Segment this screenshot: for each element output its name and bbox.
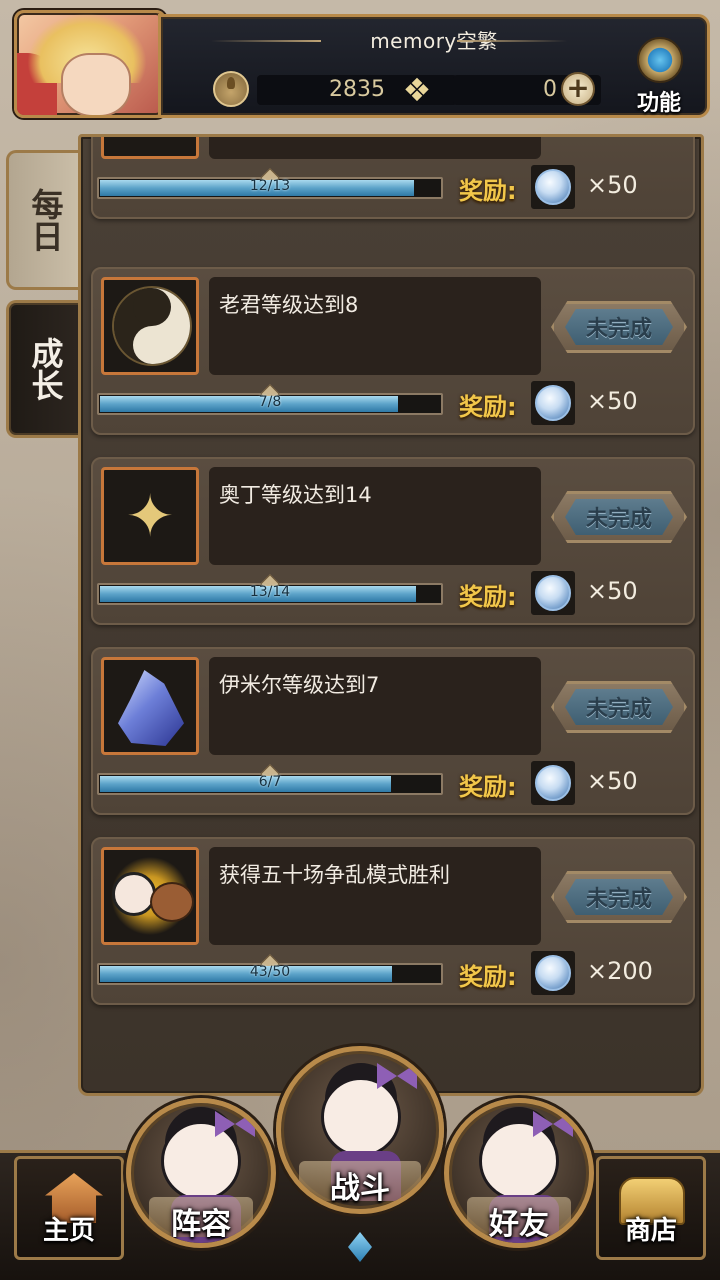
task-title: 老君等级达到8: [219, 293, 359, 317]
add-currency-button[interactable]: +: [561, 72, 595, 106]
task-description-box: [209, 137, 541, 159]
nav-home-button[interactable]: 主页: [14, 1156, 124, 1260]
nav-shop-label: 商店: [624, 1216, 677, 1246]
silver-coin-icon: [531, 381, 575, 425]
task-description-box: 伊米尔等级达到7: [209, 657, 541, 755]
progress-text: 13/14: [249, 584, 291, 600]
task-list-panel[interactable]: 未完成 12/13 奖励: ×50 老君等级达到8 未完成 7/8 奖励: ×5…: [78, 134, 704, 1096]
progress-bar: 13/14: [97, 574, 443, 605]
nav-battle-label: 战斗: [330, 1171, 390, 1206]
progress-bar: 6/7: [97, 764, 443, 795]
stamina-flame-icon: [213, 71, 249, 107]
yin-yang-icon: [101, 277, 199, 375]
nav-team-label: 阵容: [171, 1207, 231, 1242]
task-description-box: 奥丁等级达到14: [209, 467, 541, 565]
task-status-label: 未完成: [565, 689, 673, 725]
task-status-label: 未完成: [565, 309, 673, 345]
reward-count: ×50: [587, 171, 638, 199]
reward-label: 奖励:: [459, 583, 517, 611]
task-description-box: 获得五十场争乱模式胜利: [209, 847, 541, 945]
gem-value: 0: [543, 77, 557, 102]
task-title: 伊米尔等级达到7: [219, 673, 380, 697]
character-portrait: [161, 1121, 241, 1201]
tab-daily[interactable]: 每日: [6, 150, 82, 290]
stamina-value: 2835: [329, 77, 385, 102]
task-description-box: 老君等级达到8: [209, 277, 541, 375]
nav-friends-button[interactable]: 好友: [444, 1098, 594, 1248]
top-header: memory空繁 2835 ❖ 0 + 功能: [8, 6, 712, 118]
silver-coin-icon: [531, 761, 575, 805]
reward-count: ×50: [587, 767, 638, 795]
task-status-button[interactable]: 未完成: [551, 134, 687, 137]
reward-count: ×200: [587, 957, 653, 985]
nav-battle-button[interactable]: 战斗: [276, 1046, 444, 1214]
character-portrait: [321, 1077, 401, 1157]
task-card: 老君等级达到8 未完成 7/8 奖励: ×50: [91, 267, 695, 435]
task-status-button[interactable]: 未完成: [551, 491, 687, 543]
chibi-bear-icon: [101, 847, 199, 945]
reward-count: ×50: [587, 387, 638, 415]
character-portrait: [479, 1121, 559, 1201]
progress-text: 7/8: [258, 394, 282, 410]
nav-shop-button[interactable]: 商店: [596, 1156, 706, 1260]
gear-icon: [637, 37, 683, 83]
butterfly-icon: ❖: [402, 71, 432, 109]
progress-text: 43/50: [249, 964, 291, 980]
player-avatar[interactable]: [14, 10, 166, 118]
reward-label: 奖励:: [459, 963, 517, 991]
task-card: 伊米尔等级达到7 未完成 6/7 奖励: ×50: [91, 647, 695, 815]
task-card: 未完成 12/13 奖励: ×50: [91, 134, 695, 219]
nav-friends-label: 好友: [489, 1207, 549, 1242]
task-status-button[interactable]: 未完成: [551, 871, 687, 923]
ice-crystal-icon: [101, 657, 199, 755]
nav-home-label: 主页: [42, 1216, 95, 1246]
task-title: 奥丁等级达到14: [219, 483, 372, 507]
menu-label: 功能: [636, 91, 681, 116]
task-status-button[interactable]: 未完成: [551, 301, 687, 353]
task-status-label: 未完成: [565, 499, 673, 535]
tab-growth[interactable]: 成长: [6, 300, 82, 438]
reward-label: 奖励:: [459, 177, 517, 205]
player-status-panel: memory空繁 2835 ❖ 0 + 功能: [158, 14, 710, 118]
silver-coin-icon: [531, 165, 575, 209]
reward-count: ×50: [587, 577, 638, 605]
progress-bar: 43/50: [97, 954, 443, 985]
silver-coin-icon: [531, 951, 575, 995]
progress-bar: 12/13: [97, 168, 443, 199]
silver-coin-icon: [531, 571, 575, 615]
nav-team-button[interactable]: 阵容: [126, 1098, 276, 1248]
progress-text: 12/13: [249, 178, 291, 194]
task-status-button[interactable]: 未完成: [551, 681, 687, 733]
task-card: 获得五十场争乱模式胜利 未完成 43/50 奖励: ×200: [91, 837, 695, 1005]
progress-bar: 7/8: [97, 384, 443, 415]
progress-text: 6/7: [258, 774, 282, 790]
divider: [457, 40, 567, 42]
reward-label: 奖励:: [459, 773, 517, 801]
reward-label: 奖励:: [459, 393, 517, 421]
golden-wings-icon: ✦: [101, 467, 199, 565]
function-menu-button[interactable]: 功能: [619, 37, 699, 117]
task-status-label: 未完成: [565, 879, 673, 915]
task-title: 获得五十场争乱模式胜利: [219, 863, 450, 887]
fire-creature-icon: [101, 137, 199, 159]
task-card: ✦ 奥丁等级达到14 未完成 13/14 奖励: ×50: [91, 457, 695, 625]
